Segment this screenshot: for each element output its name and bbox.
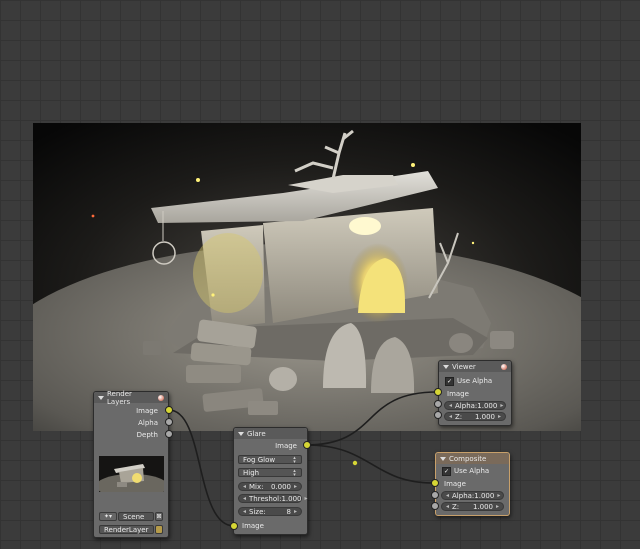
render-layers-output-alpha: Alpha xyxy=(138,419,158,427)
node-collapse-icon[interactable] xyxy=(98,395,104,400)
composite-z-field[interactable]: ◂ Z: 1.000 ▸ xyxy=(441,502,504,511)
composite-z-socket[interactable] xyxy=(431,502,439,510)
increment-arrow-icon[interactable]: ▸ xyxy=(304,495,307,502)
node-preview-ball-icon[interactable] xyxy=(501,363,507,370)
node-collapse-icon[interactable] xyxy=(440,456,446,461)
viewer-use-alpha-checkbox[interactable]: ✓ xyxy=(445,377,454,386)
decrement-arrow-icon[interactable]: ◂ xyxy=(243,508,246,515)
glare-threshold-field[interactable]: ◂ Threshol: 1.000 ▸ xyxy=(238,494,308,503)
render-layers-node[interactable]: Render Layers Image Alpha Depth ✦▾ Scene… xyxy=(93,389,169,538)
increment-arrow-icon[interactable]: ▸ xyxy=(496,503,499,510)
composite-use-alpha-checkbox[interactable]: ✓ xyxy=(442,467,451,476)
render-layers-alpha-socket[interactable] xyxy=(165,418,173,426)
render-layers-output-image: Image xyxy=(136,407,158,415)
render-layers-image-socket[interactable] xyxy=(165,406,173,414)
glare-type-dropdown[interactable]: Fog Glow ▴ ▾ xyxy=(238,455,302,464)
composite-title: Composite xyxy=(449,454,487,463)
composite-use-alpha-label: Use Alpha xyxy=(454,467,490,475)
scene-icon[interactable]: ✦▾ xyxy=(99,512,117,521)
viewer-header[interactable]: Viewer xyxy=(439,361,511,372)
render-layers-depth-socket[interactable] xyxy=(165,430,173,438)
glare-output-socket[interactable] xyxy=(303,441,311,449)
viewer-image-socket[interactable] xyxy=(434,388,442,396)
render-preview-thumbnail xyxy=(99,456,164,492)
composite-alpha-field[interactable]: ◂ Alpha: 1.000 ▸ xyxy=(441,491,504,500)
node-collapse-icon[interactable] xyxy=(443,364,449,369)
node-collapse-icon[interactable] xyxy=(238,431,244,436)
decrement-arrow-icon[interactable]: ◂ xyxy=(449,413,452,420)
glare-title: Glare xyxy=(247,429,266,438)
composite-node[interactable]: Composite ✓ Use Alpha Image ◂ Alpha: 1.0… xyxy=(435,452,510,516)
decrement-arrow-icon[interactable]: ◂ xyxy=(243,483,246,490)
composite-image-socket[interactable] xyxy=(431,479,439,487)
viewer-alpha-field[interactable]: ◂ Alpha: 1.000 ▸ xyxy=(444,401,506,410)
increment-arrow-icon[interactable]: ▸ xyxy=(294,508,297,515)
increment-arrow-icon[interactable]: ▸ xyxy=(294,483,297,490)
scene-clear-icon[interactable]: ⊠ xyxy=(155,512,163,521)
composite-input-image: Image xyxy=(444,480,466,488)
increment-arrow-icon[interactable]: ▸ xyxy=(497,492,500,499)
decrement-arrow-icon[interactable]: ◂ xyxy=(446,492,449,499)
viewer-node[interactable]: Viewer ✓ Use Alpha Image ◂ Alpha: 1.000 … xyxy=(438,360,512,426)
scene-field[interactable]: Scene xyxy=(118,512,154,521)
viewer-z-field[interactable]: ◂ Z: 1.000 ▸ xyxy=(444,412,506,421)
glare-input-socket[interactable] xyxy=(230,522,238,530)
glare-mix-field[interactable]: ◂ Mix: 0.000 ▸ xyxy=(238,482,302,491)
viewer-use-alpha-label: Use Alpha xyxy=(457,377,493,385)
glare-output-image: Image xyxy=(275,442,297,450)
glare-node[interactable]: Glare Image Fog Glow ▴ ▾ High ▴ ▾ ◂ Mix: 0… xyxy=(233,427,308,535)
viewer-input-image: Image xyxy=(447,390,469,398)
render-layers-header[interactable]: Render Layers xyxy=(94,389,168,406)
node-preview-ball-icon[interactable] xyxy=(158,394,164,401)
viewer-alpha-socket[interactable] xyxy=(434,400,442,408)
increment-arrow-icon[interactable]: ▸ xyxy=(500,402,503,409)
viewer-z-socket[interactable] xyxy=(434,411,442,419)
glare-input-image: Image xyxy=(242,522,264,530)
render-layers-title: Render Layers xyxy=(107,389,132,406)
composite-header[interactable]: Composite xyxy=(436,453,509,464)
glare-header[interactable]: Glare xyxy=(234,428,307,439)
increment-arrow-icon[interactable]: ▸ xyxy=(498,413,501,420)
composite-alpha-socket[interactable] xyxy=(431,491,439,499)
render-layer-dropdown[interactable]: RenderLayer xyxy=(99,525,154,534)
viewer-title: Viewer xyxy=(452,362,476,371)
decrement-arrow-icon[interactable]: ◂ xyxy=(243,495,246,502)
render-layers-output-depth: Depth xyxy=(136,431,158,439)
render-layer-icon[interactable] xyxy=(155,525,163,534)
dropdown-arrows-icon: ▴ ▾ xyxy=(293,467,296,478)
glare-size-field[interactable]: ◂ Size: 8 ▸ xyxy=(238,507,302,516)
dropdown-arrows-icon: ▴ ▾ xyxy=(293,454,296,465)
glare-quality-dropdown[interactable]: High ▴ ▾ xyxy=(238,468,302,477)
decrement-arrow-icon[interactable]: ◂ xyxy=(446,503,449,510)
decrement-arrow-icon[interactable]: ◂ xyxy=(449,402,452,409)
